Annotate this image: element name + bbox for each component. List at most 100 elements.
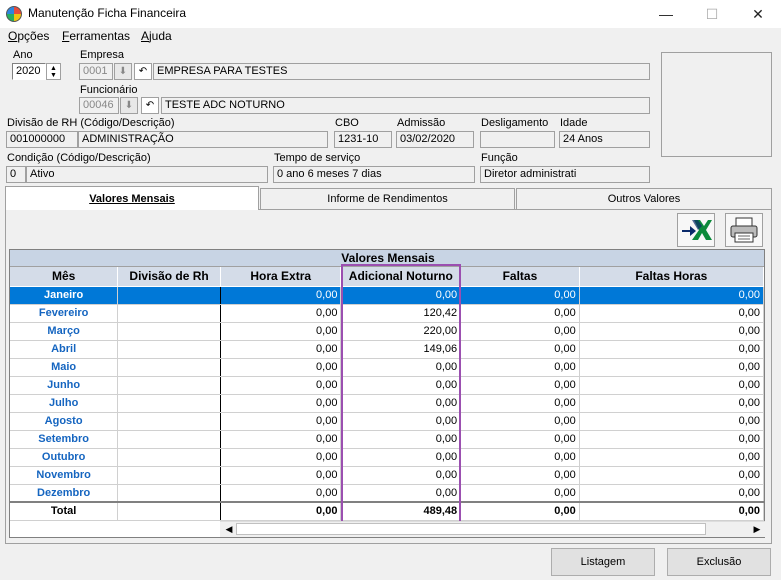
cbo-field: 1231-10 xyxy=(334,131,392,148)
cell-mes: Janeiro xyxy=(10,286,119,305)
table-row[interactable]: Novembro 0,00 0,00 0,00 0,00 xyxy=(10,466,764,485)
funcionario-download-icon[interactable]: ⬇ xyxy=(120,97,138,114)
table-row[interactable]: Agosto 0,00 0,00 0,00 0,00 xyxy=(10,412,764,431)
close-button[interactable]: ✕ xyxy=(735,0,781,28)
desligamento-field xyxy=(480,131,555,148)
funcionario-name-field: TESTE ADC NOTURNO xyxy=(161,97,650,114)
cell-adicional-noturno: 149,06 xyxy=(340,340,462,359)
condicao-name-field: Ativo xyxy=(26,166,268,183)
scroll-thumb[interactable] xyxy=(236,523,706,535)
cell-hora-extra: 0,00 xyxy=(220,358,342,377)
table-row[interactable]: Dezembro 0,00 0,00 0,00 0,00 xyxy=(10,484,764,503)
idade-label: Idade xyxy=(560,117,588,129)
table-row[interactable]: Fevereiro 0,00 120,42 0,00 0,00 xyxy=(10,304,764,323)
cell-faltas-horas: 0,00 xyxy=(579,430,764,449)
tempo-field: 0 ano 6 meses 7 dias xyxy=(273,166,475,183)
funcionario-label: Funcionário xyxy=(80,84,138,96)
cell-divisao xyxy=(117,358,221,377)
table-row[interactable]: Janeiro 0,00 0,00 0,00 0,00 xyxy=(10,286,764,305)
table-row[interactable]: Junho 0,00 0,00 0,00 0,00 xyxy=(10,376,764,395)
cell-hora-extra: 0,00 xyxy=(220,466,342,485)
col-header-mes[interactable]: Mês xyxy=(10,267,119,287)
app-icon xyxy=(6,6,22,22)
cell-mes: Total xyxy=(10,501,119,521)
minimize-button[interactable]: — xyxy=(643,0,689,28)
scroll-right-icon[interactable]: ▶ xyxy=(750,522,764,536)
cell-divisao xyxy=(117,376,221,395)
cell-divisao xyxy=(117,286,221,305)
cell-adicional-noturno: 220,00 xyxy=(340,322,462,341)
idade-field: 24 Anos xyxy=(559,131,650,148)
cell-divisao xyxy=(117,484,221,503)
cell-hora-extra: 0,00 xyxy=(220,376,342,395)
cell-mes: Abril xyxy=(10,340,119,359)
cell-faltas: 0,00 xyxy=(460,304,580,323)
cell-faltas: 0,00 xyxy=(460,394,580,413)
maximize-button[interactable]: ☐ xyxy=(689,0,735,28)
menu-ajuda[interactable]: Ajuda xyxy=(141,29,172,43)
cell-adicional-noturno: 0,00 xyxy=(340,448,462,467)
desligamento-label: Desligamento xyxy=(481,117,549,129)
cell-faltas-horas: 0,00 xyxy=(579,304,764,323)
ano-label: Ano xyxy=(13,49,33,61)
cell-adicional-noturno: 489,48 xyxy=(340,501,462,521)
cell-hora-extra: 0,00 xyxy=(220,430,342,449)
valores-mensais-grid: Valores Mensais Mês Divisão de Rh Hora E… xyxy=(9,249,765,538)
cell-faltas: 0,00 xyxy=(460,376,580,395)
tab-valores-mensais[interactable]: Valores Mensais xyxy=(5,186,259,210)
table-row[interactable]: Março 0,00 220,00 0,00 0,00 xyxy=(10,322,764,341)
ano-input[interactable]: 2020 xyxy=(12,63,46,80)
cell-faltas-horas: 0,00 xyxy=(579,412,764,431)
col-header-adicional-noturno[interactable]: Adicional Noturno xyxy=(340,267,462,287)
tab-outros-valores[interactable]: Outros Valores xyxy=(516,188,772,209)
cell-faltas-horas: 0,00 xyxy=(579,376,764,395)
cell-hora-extra: 0,00 xyxy=(220,304,342,323)
admissao-label: Admissão xyxy=(397,117,446,129)
excel-export-icon[interactable] xyxy=(677,213,715,247)
cell-mes: Outubro xyxy=(10,448,119,467)
cell-faltas-horas: 0,00 xyxy=(579,501,764,521)
col-header-hora-extra[interactable]: Hora Extra xyxy=(220,267,342,287)
cell-hora-extra: 0,00 xyxy=(220,394,342,413)
cell-hora-extra: 0,00 xyxy=(220,286,342,305)
empresa-download-icon[interactable]: ⬇ xyxy=(114,63,132,80)
cell-faltas: 0,00 xyxy=(460,286,580,305)
empresa-code-field[interactable]: 0001 xyxy=(79,63,113,80)
empresa-name-field: EMPRESA PARA TESTES xyxy=(153,63,650,80)
ano-spinner[interactable]: ▲ ▼ xyxy=(46,63,61,80)
admissao-field: 03/02/2020 xyxy=(396,131,474,148)
tab-informe-rendimentos[interactable]: Informe de Rendimentos xyxy=(260,188,515,209)
scroll-left-icon[interactable]: ◀ xyxy=(222,522,236,536)
funcionario-undo-icon[interactable]: ↶ xyxy=(141,97,159,114)
cell-faltas: 0,00 xyxy=(460,340,580,359)
cell-adicional-noturno: 0,00 xyxy=(340,412,462,431)
menu-ferramentas[interactable]: Ferramentas xyxy=(62,29,130,43)
table-row[interactable]: Abril 0,00 149,06 0,00 0,00 xyxy=(10,340,764,359)
col-header-faltas[interactable]: Faltas xyxy=(460,267,580,287)
cell-mes: Março xyxy=(10,322,119,341)
cell-divisao xyxy=(117,340,221,359)
cell-divisao xyxy=(117,448,221,467)
printer-icon[interactable] xyxy=(725,213,763,247)
listagem-button[interactable]: Listagem xyxy=(551,548,655,576)
exclusao-button[interactable]: Exclusão xyxy=(667,548,771,576)
cell-adicional-noturno: 0,00 xyxy=(340,484,462,503)
cell-mes: Maio xyxy=(10,358,119,377)
col-header-divisao[interactable]: Divisão de Rh xyxy=(117,267,221,287)
empresa-undo-icon[interactable]: ↶ xyxy=(134,63,152,80)
cell-mes: Fevereiro xyxy=(10,304,119,323)
funcionario-code-field[interactable]: 00046 xyxy=(79,97,119,114)
table-row[interactable]: Maio 0,00 0,00 0,00 0,00 xyxy=(10,358,764,377)
menu-opcoes[interactable]: Opções xyxy=(8,29,49,43)
cell-hora-extra: 0,00 xyxy=(220,501,342,521)
total-row[interactable]: Total 0,00 489,48 0,00 0,00 xyxy=(10,501,764,521)
table-row[interactable]: Outubro 0,00 0,00 0,00 0,00 xyxy=(10,448,764,467)
col-header-faltas-horas[interactable]: Faltas Horas xyxy=(579,267,764,287)
cell-divisao xyxy=(117,501,221,521)
table-row[interactable]: Julho 0,00 0,00 0,00 0,00 xyxy=(10,394,764,413)
table-row[interactable]: Setembro 0,00 0,00 0,00 0,00 xyxy=(10,430,764,449)
divisao-name-field: ADMINISTRAÇÃO xyxy=(78,131,328,148)
cell-adicional-noturno: 0,00 xyxy=(340,466,462,485)
cell-hora-extra: 0,00 xyxy=(220,448,342,467)
cell-faltas-horas: 0,00 xyxy=(579,448,764,467)
